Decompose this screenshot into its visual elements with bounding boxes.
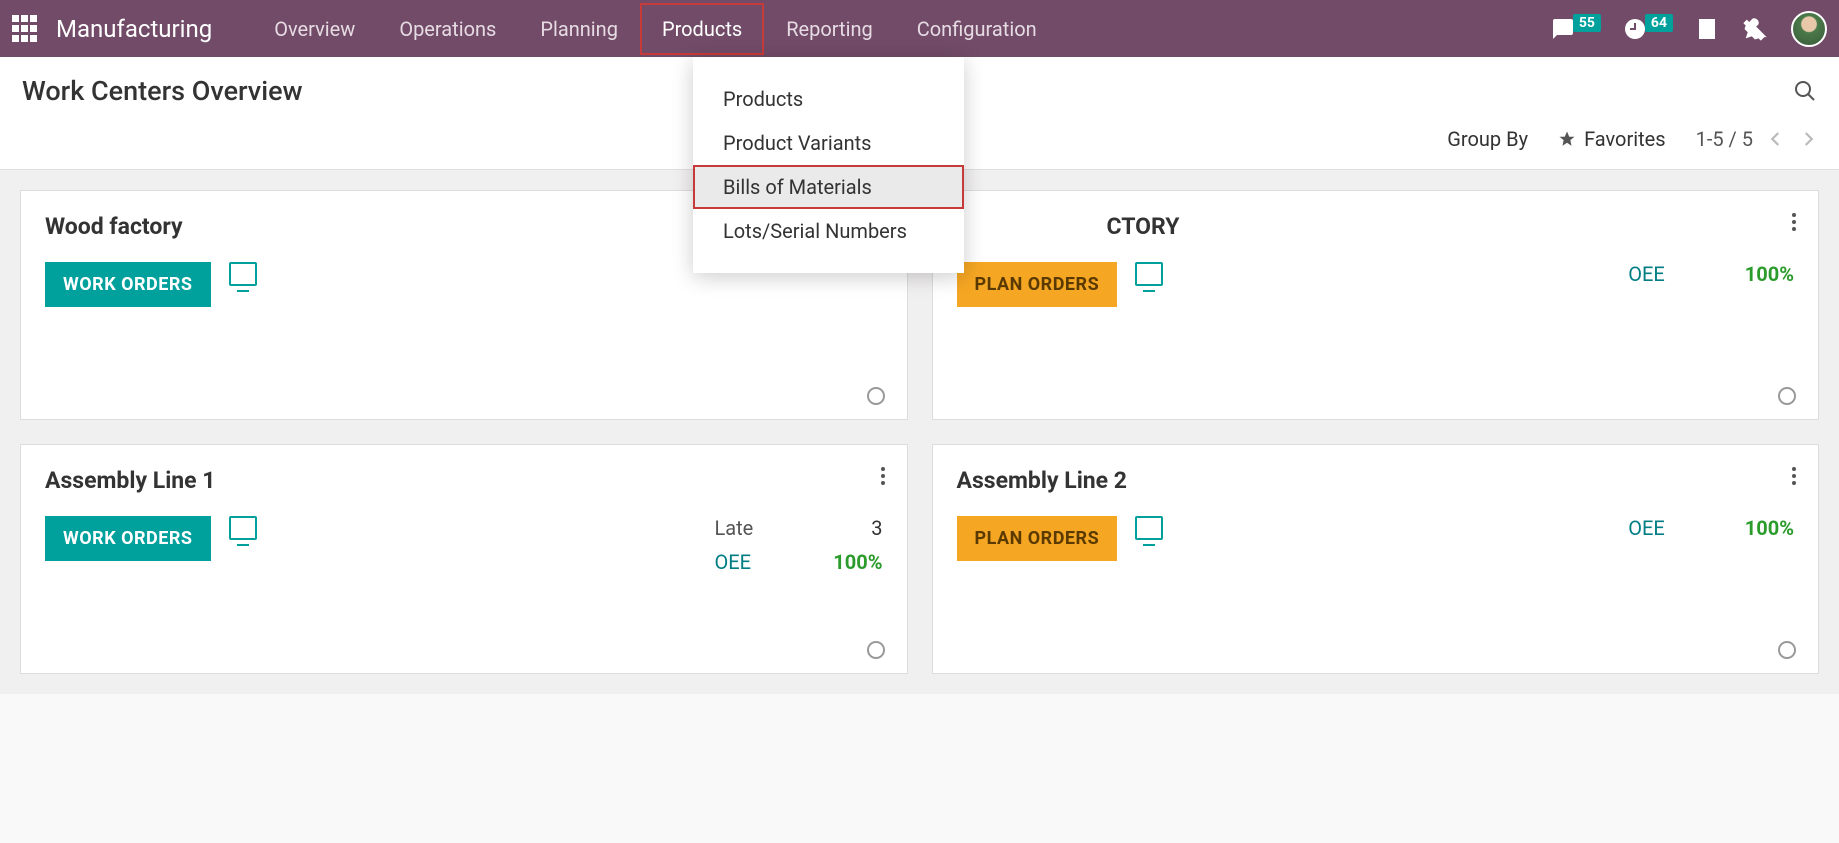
card-stats: OEE 100% <box>1628 262 1794 286</box>
monitor-icon[interactable] <box>229 262 257 286</box>
favorites-button[interactable]: Favorites <box>1558 127 1666 151</box>
pager-text: 1-5 / 5 <box>1696 127 1753 151</box>
oee-value: 100% <box>1745 516 1794 540</box>
building-icon[interactable] <box>1695 17 1719 41</box>
menu-planning[interactable]: Planning <box>518 3 640 55</box>
menu-products[interactable]: Products <box>640 3 764 55</box>
menu-operations[interactable]: Operations <box>377 3 518 55</box>
status-indicator[interactable] <box>1778 387 1796 405</box>
card-body: WORK ORDERS Late 3 OEE 100% <box>45 516 883 574</box>
menu-configuration[interactable]: Configuration <box>895 3 1059 55</box>
oee-link[interactable]: OEE <box>1628 262 1665 286</box>
groupby-label: Group By <box>1447 127 1528 151</box>
monitor-icon[interactable] <box>1135 262 1163 286</box>
oee-value: 100% <box>1745 262 1794 286</box>
card-body: PLAN ORDERS OEE 100% <box>957 516 1795 561</box>
workcenter-card: Assembly Line 1 WORK ORDERS Late 3 OEE 1… <box>20 444 908 674</box>
work-orders-button[interactable]: WORK ORDERS <box>45 262 211 307</box>
page-title: Work Centers Overview <box>22 75 303 107</box>
oee-value: 100% <box>833 550 882 574</box>
products-dropdown: Products Product Variants Bills of Mater… <box>693 57 964 273</box>
dropdown-products[interactable]: Products <box>693 77 964 121</box>
card-menu-icon[interactable] <box>881 467 885 485</box>
messages-button[interactable]: 55 <box>1551 17 1601 41</box>
main-menu: Overview Operations Planning Products Re… <box>252 3 1058 55</box>
pager: 1-5 / 5 <box>1696 127 1817 151</box>
search-icon[interactable] <box>1793 79 1817 103</box>
card-stats: Late 3 OEE 100% <box>714 516 882 574</box>
late-value: 3 <box>833 516 882 540</box>
monitor-icon[interactable] <box>229 516 257 540</box>
user-avatar[interactable] <box>1791 11 1827 47</box>
star-icon <box>1558 130 1576 148</box>
card-title: Assembly Line 2 <box>957 467 1795 494</box>
oee-link[interactable]: OEE <box>714 550 753 574</box>
app-name: Manufacturing <box>56 15 212 43</box>
dropdown-lots-serial[interactable]: Lots/Serial Numbers <box>693 209 964 253</box>
late-link[interactable]: Late <box>714 516 753 540</box>
dropdown-product-variants[interactable]: Product Variants <box>693 121 964 165</box>
card-menu-icon[interactable] <box>1792 467 1796 485</box>
activities-badge: 64 <box>1645 14 1673 32</box>
tools-icon[interactable] <box>1741 15 1769 43</box>
top-navbar: Manufacturing Overview Operations Planni… <box>0 0 1839 57</box>
oee-link[interactable]: OEE <box>1628 516 1665 540</box>
menu-reporting[interactable]: Reporting <box>764 3 895 55</box>
dropdown-bills-of-materials[interactable]: Bills of Materials <box>693 165 964 209</box>
plan-orders-button[interactable]: PLAN ORDERS <box>957 262 1118 307</box>
pager-prev[interactable] <box>1767 130 1785 148</box>
card-stats: OEE 100% <box>1628 516 1794 540</box>
card-title: CTORY <box>957 213 1795 240</box>
status-indicator[interactable] <box>1778 641 1796 659</box>
work-orders-button[interactable]: WORK ORDERS <box>45 516 211 561</box>
card-menu-icon[interactable] <box>1792 213 1796 231</box>
plan-orders-button[interactable]: PLAN ORDERS <box>957 516 1118 561</box>
chat-icon <box>1551 17 1575 41</box>
monitor-icon[interactable] <box>1135 516 1163 540</box>
groupby-button[interactable]: Group By <box>1447 127 1528 151</box>
workcenter-card: Assembly Line 2 PLAN ORDERS OEE 100% <box>932 444 1820 674</box>
pager-next[interactable] <box>1799 130 1817 148</box>
activities-button[interactable]: 64 <box>1623 17 1673 41</box>
status-indicator[interactable] <box>867 387 885 405</box>
card-title: Assembly Line 1 <box>45 467 883 494</box>
clock-icon <box>1623 17 1647 41</box>
apps-grid-icon[interactable] <box>12 15 40 43</box>
favorites-label: Favorites <box>1584 127 1666 151</box>
menu-overview[interactable]: Overview <box>252 3 377 55</box>
navbar-right: 55 64 <box>1551 11 1827 47</box>
card-body: PLAN ORDERS OEE 100% <box>957 262 1795 307</box>
status-indicator[interactable] <box>867 641 885 659</box>
workcenter-card: CTORY PLAN ORDERS OEE 100% <box>932 190 1820 420</box>
messages-badge: 55 <box>1573 14 1601 32</box>
